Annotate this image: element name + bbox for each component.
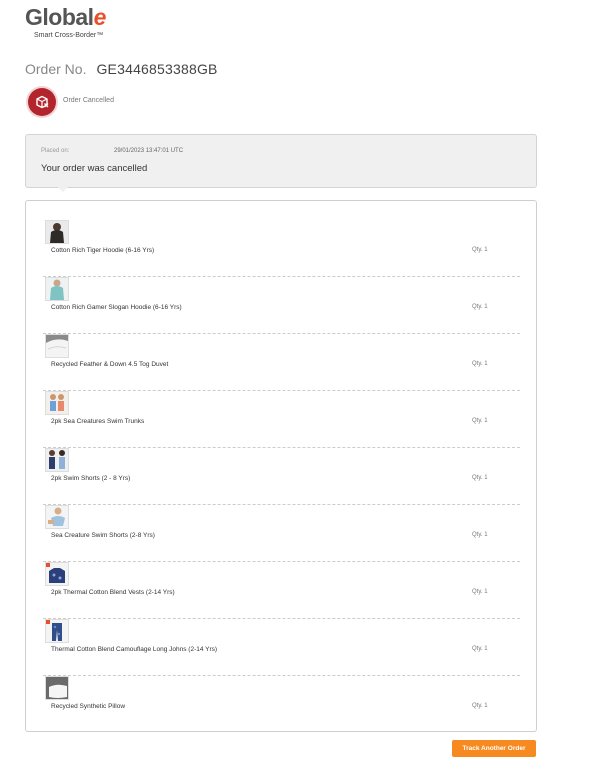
item-quantity: Qty. 1	[472, 247, 488, 253]
placed-on-date: 29/01/2023 13:47:01 UTC	[114, 148, 184, 154]
logo-tagline: Smart Cross-Border™	[34, 32, 104, 39]
list-item: Cotton Rich Tiger Hoodie (6-16 Yrs) Qty.…	[43, 220, 520, 277]
item-quantity: Qty. 1	[472, 589, 488, 595]
item-quantity: Qty. 1	[472, 475, 488, 481]
item-name: Recycled Synthetic Pillow	[51, 703, 126, 710]
list-item: 2pk Thermal Cotton Blend Vests (2-14 Yrs…	[43, 562, 520, 619]
list-item: Recycled Feather & Down 4.5 Tog Duvet Qt…	[43, 334, 520, 391]
order-label: Order No.	[25, 61, 87, 77]
order-heading: Order No. GE3446853388GB	[25, 60, 218, 78]
item-quantity: Qty. 1	[472, 646, 488, 652]
item-name: Sea Creature Swim Shorts (2-8 Yrs)	[51, 532, 155, 539]
list-item: Recycled Synthetic Pillow Qty. 1	[43, 676, 520, 733]
order-summary-box: Placed on: 29/01/2023 13:47:01 UTC Your …	[25, 134, 537, 188]
item-name: 2pk Thermal Cotton Blend Vests (2-14 Yrs…	[51, 589, 175, 596]
child-swim-shorts-product-image	[45, 505, 69, 529]
logo-wordmark: Globale	[25, 4, 106, 30]
item-name: Thermal Cotton Blend Camouflage Long Joh…	[51, 646, 218, 653]
list-item: 2pk Sea Creatures Swim Trunks Qty. 1	[43, 391, 520, 448]
list-item: Thermal Cotton Blend Camouflage Long Joh…	[43, 619, 520, 676]
track-another-order-button[interactable]: Track Another Order	[452, 740, 536, 757]
item-quantity: Qty. 1	[472, 703, 488, 709]
item-name: 2pk Sea Creatures Swim Trunks	[51, 418, 145, 425]
list-item: Sea Creature Swim Shorts (2-8 Yrs) Qty. …	[43, 505, 520, 562]
order-status-message: Your order was cancelled	[41, 163, 148, 174]
item-name: Recycled Feather & Down 4.5 Tog Duvet	[51, 361, 169, 368]
pillow-product-image	[45, 676, 69, 700]
item-name: 2pk Swim Shorts (2 - 8 Yrs)	[51, 475, 131, 482]
item-name: Cotton Rich Tiger Hoodie (6-16 Yrs)	[51, 247, 155, 254]
item-quantity: Qty. 1	[472, 418, 488, 424]
summary-pointer	[57, 186, 69, 192]
white-duvet-product-image	[45, 334, 69, 358]
logo-e-mark: e	[93, 4, 107, 30]
dark-hoodie-product-image	[45, 220, 69, 244]
list-item: Cotton Rich Gamer Slogan Hoodie (6-16 Yr…	[43, 277, 520, 334]
cancelled-package-icon	[28, 88, 56, 116]
item-name: Cotton Rich Gamer Slogan Hoodie (6-16 Yr…	[51, 304, 182, 311]
item-quantity: Qty. 1	[472, 304, 488, 310]
swim-shorts-product-image	[45, 448, 69, 472]
teal-hoodie-product-image	[45, 277, 69, 301]
logo-text: Global	[25, 4, 94, 30]
globale-logo: Globale Smart Cross-Border™	[25, 4, 125, 40]
list-item: 2pk Swim Shorts (2 - 8 Yrs) Qty. 1	[43, 448, 520, 505]
order-status: Order Cancelled	[63, 97, 114, 104]
camouflage-long-johns-product-image	[45, 619, 69, 643]
order-number: GE3446853388GB	[96, 61, 218, 77]
thermal-vests-product-image	[45, 562, 69, 586]
order-items-list: Cotton Rich Tiger Hoodie (6-16 Yrs) Qty.…	[25, 200, 537, 732]
placed-on-label: Placed on:	[41, 148, 70, 154]
swim-trunks-product-image	[45, 391, 69, 415]
item-quantity: Qty. 1	[472, 532, 488, 538]
item-quantity: Qty. 1	[472, 361, 488, 367]
